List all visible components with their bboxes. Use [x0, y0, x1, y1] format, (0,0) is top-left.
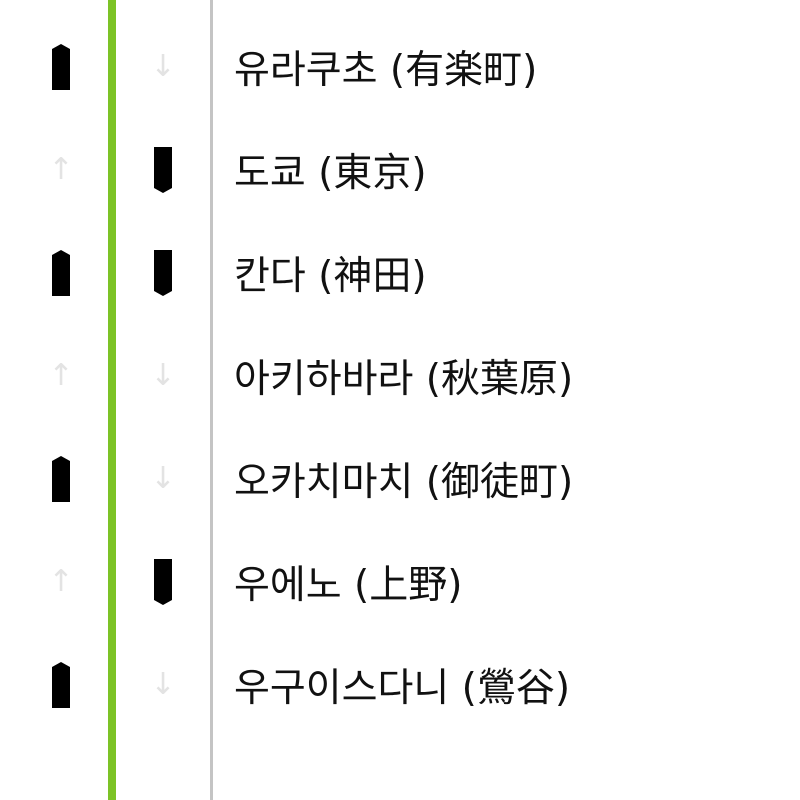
station-name: 도쿄 (東京)	[234, 150, 427, 196]
train-down-icon	[138, 0, 188, 15]
down-arrow-icon: ↓	[150, 357, 176, 393]
station-name: 오카치마치 (御徒町)	[234, 459, 574, 505]
station-row[interactable]: ↑ 우에노 (上野)	[0, 530, 800, 633]
station-row[interactable]: ↓ 유라쿠초 (有楽町)	[0, 15, 800, 118]
train-up-icon	[36, 15, 86, 118]
train-up-icon	[36, 427, 86, 530]
train-down-icon	[138, 118, 188, 221]
train-up-icon	[36, 633, 86, 736]
down-arrow-icon: ↓	[150, 460, 176, 496]
station-list: ↑ 신바시 (新橋) ↓ 유라쿠초 (有楽町) ↑ 도쿄 (東京) 칸다 (神田) ↑ ↓ 아키하…	[0, 0, 800, 736]
up-arrow-icon: ↑	[48, 563, 74, 599]
station-name: 칸다 (神田)	[234, 253, 427, 299]
train-down-icon	[138, 221, 188, 324]
station-row[interactable]: ↓ 오카치마치 (御徒町)	[0, 427, 800, 530]
station-name: 유라쿠초 (有楽町)	[234, 47, 538, 93]
up-arrow-icon: ↑	[48, 357, 74, 393]
train-up-icon	[36, 221, 86, 324]
station-list-screen: ↑ 신바시 (新橋) ↓ 유라쿠초 (有楽町) ↑ 도쿄 (東京) 칸다 (神田) ↑ ↓ 아키하…	[0, 0, 800, 800]
station-row[interactable]: ↑ 신바시 (新橋)	[0, 0, 800, 15]
down-arrow-icon: ↓	[150, 48, 176, 84]
station-row[interactable]: ↓ 우구이스다니 (鶯谷)	[0, 633, 800, 736]
station-name: 신바시 (新橋)	[234, 0, 462, 15]
up-arrow-icon: ↑	[36, 0, 86, 15]
station-name: 아키하바라 (秋葉原)	[234, 356, 574, 402]
station-row[interactable]: ↑ ↓ 아키하바라 (秋葉原)	[0, 324, 800, 427]
train-down-icon	[138, 530, 188, 633]
up-arrow-icon: ↑	[48, 151, 74, 187]
station-name: 우에노 (上野)	[234, 562, 463, 608]
down-arrow-icon: ↓	[150, 666, 176, 702]
station-row[interactable]: 칸다 (神田)	[0, 221, 800, 324]
station-name: 우구이스다니 (鶯谷)	[234, 665, 571, 711]
station-row[interactable]: ↑ 도쿄 (東京)	[0, 118, 800, 221]
